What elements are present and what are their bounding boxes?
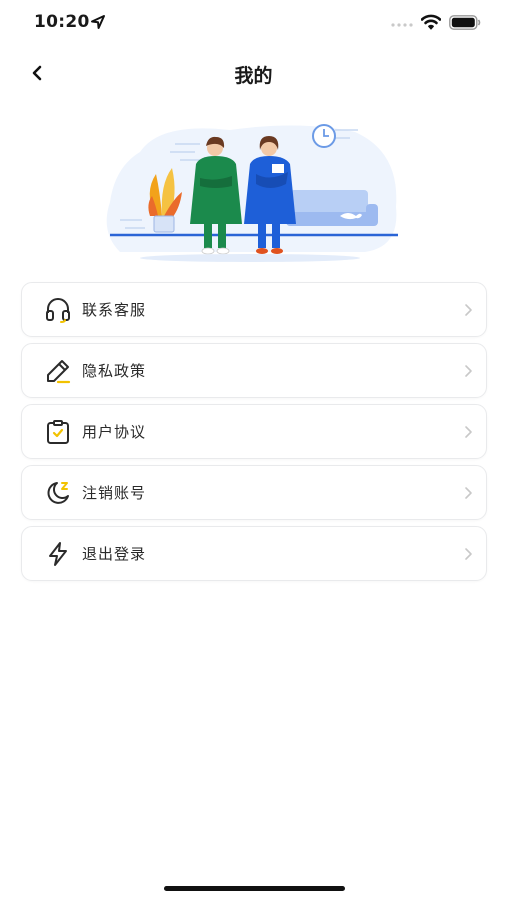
home-indicator (164, 886, 345, 891)
lightning-icon (44, 540, 72, 568)
menu-item-label: 退出登录 (82, 545, 147, 563)
headset-icon (44, 296, 72, 324)
chevron-right-icon (465, 487, 472, 499)
pen-icon (44, 357, 72, 385)
page-title: 我的 (234, 65, 273, 87)
cellular-signal-icon (391, 23, 413, 27)
status-bar: 10:20 (0, 0, 507, 46)
status-time: 10:20 (34, 12, 90, 32)
menu-item-privacy-policy[interactable]: 隐私政策 (21, 343, 487, 398)
chevron-right-icon (465, 426, 472, 438)
battery-icon (449, 15, 481, 30)
menu-item-label: 用户协议 (82, 423, 147, 441)
menu-item-label: 注销账号 (82, 484, 147, 502)
chevron-right-icon (465, 304, 472, 316)
menu-item-logout[interactable]: 退出登录 (21, 526, 487, 581)
nav-bar: 我的 (0, 50, 507, 96)
menu-item-label: 联系客服 (82, 301, 147, 319)
menu-item-contact-support[interactable]: 联系客服 (21, 282, 487, 337)
clipboard-check-icon (44, 418, 72, 446)
location-arrow-icon (91, 15, 105, 29)
two-people-standing-illustration (106, 124, 398, 262)
chevron-right-icon (465, 365, 472, 377)
wifi-icon (421, 14, 441, 30)
menu-list: 联系客服 隐私政策 用户协议 注销账号 退出登录 (21, 282, 487, 587)
chevron-right-icon (465, 548, 472, 560)
menu-item-user-agreement[interactable]: 用户协议 (21, 404, 487, 459)
menu-item-label: 隐私政策 (82, 362, 147, 380)
menu-item-delete-account[interactable]: 注销账号 (21, 465, 487, 520)
moon-sleep-icon (44, 479, 72, 507)
